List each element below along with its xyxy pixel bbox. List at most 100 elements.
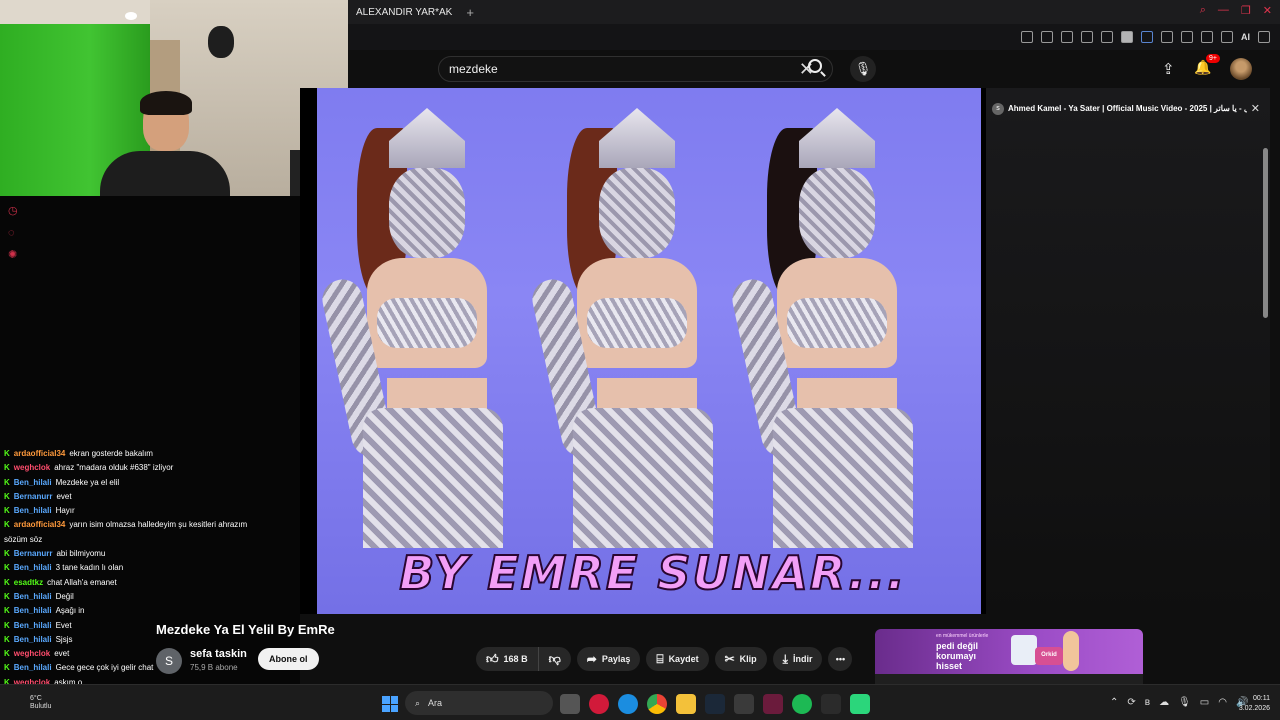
pin-icon[interactable] [1021,31,1033,43]
chat-message: Kweghclok ahraz "madara olduk #638" izliy… [4,461,300,475]
restore-icon[interactable]: ❐ [1241,4,1251,17]
ad-headline-line: pedi değil [936,641,979,651]
create-upload-icon[interactable]: ⇪ [1162,60,1175,78]
dancer-headdress [389,108,465,168]
puzzle-icon[interactable] [1161,31,1173,43]
search-input[interactable] [449,62,799,76]
chat-username[interactable]: weghclok [14,463,50,472]
shield-icon[interactable] [1061,31,1073,43]
kick-icon[interactable] [850,694,870,714]
side-video-title[interactable]: Ahmed Kamel - Ya Sater | Official Music … [1008,104,1247,113]
display-icon[interactable]: ▭ [1200,697,1209,708]
sync-icon[interactable]: ⟳ [1127,697,1135,708]
steam-icon[interactable] [705,694,725,714]
settings-icon[interactable] [1181,31,1193,43]
chat-username[interactable]: Bernanurr [14,492,53,501]
chevron-up-icon[interactable]: ⌃ [1110,697,1118,708]
account-avatar[interactable] [1230,58,1252,80]
microphone-icon[interactable]: 🎙 [1178,697,1191,708]
chat-text: ahraz "madara olduk #638" izliyor [54,463,174,473]
clip-button[interactable]: ✂ Klip [714,647,767,671]
side-video-channel-avatar[interactable]: s [992,102,1004,115]
video-frame[interactable]: BY EMRE SUNAR... [317,88,981,614]
chat-username[interactable]: Ben_hilali [14,506,52,515]
ceiling-lamp [125,12,137,20]
wifi-icon[interactable]: ◠ [1218,697,1227,708]
edge-icon[interactable] [618,694,638,714]
chat-username[interactable]: Ben_hilali [14,621,52,630]
dancer-skirt [573,408,713,548]
chat-text: Evet [55,620,72,630]
chat-text: Sjsjs [55,634,73,644]
chat-username[interactable]: Ben_hilali [14,663,52,672]
menu-icon[interactable] [1258,31,1270,43]
opera-gx-icon[interactable] [589,694,609,714]
clock[interactable]: 00:11 3.02.2026 [1239,694,1270,714]
chat-username[interactable]: Ben_hilali [14,606,52,615]
extension-a-icon[interactable] [1121,31,1133,43]
spotify-icon[interactable] [792,694,812,714]
close-icon[interactable]: ✕ [1251,102,1260,115]
heart-icon[interactable] [1101,31,1113,43]
chat-text: chat Allah'a emanet [47,577,117,587]
more-actions-button[interactable]: ••• [828,647,853,671]
kick-logo-icon: K [4,606,10,616]
bluetooth-icon[interactable]: ʙ [1145,697,1150,708]
dislike-button[interactable]: 👎︎ [537,647,571,671]
chat-username[interactable]: Ben_hilali [14,478,52,487]
like-count: 168 B [503,654,528,664]
side-video-panel[interactable]: s Ahmed Kamel - Ya Sater | Official Musi… [986,88,1270,614]
chat-username[interactable]: ardaofficial34 [14,520,66,529]
chat-username[interactable]: Bernanurr [14,549,53,558]
chat-username[interactable]: Ben_hilali [14,635,52,644]
minimize-icon[interactable]: — [1218,4,1229,17]
scrollbar[interactable] [1263,148,1268,318]
snapshot-icon[interactable] [1041,31,1053,43]
browser-tab[interactable]: ALEXANDIR YAR*AK [348,7,460,18]
taskbar-search[interactable]: ⌕ Ara [405,691,553,715]
new-tab-button[interactable]: + [466,5,474,20]
search-icon[interactable] [808,59,822,73]
file-explorer-icon[interactable] [676,694,696,714]
windows-start-icon[interactable] [382,696,398,712]
chat-username[interactable]: Ben_hilali [14,563,52,572]
chat-username[interactable]: weghclok [14,649,50,658]
settings-gear-icon[interactable]: ✺ [8,249,20,261]
cloud-icon[interactable]: ☁ [1159,697,1169,708]
download-icon[interactable] [1201,31,1213,43]
dancer-skirt [363,408,503,548]
chat-bubble-icon[interactable]: ◌ [8,227,20,239]
weather-widget[interactable]: 6°C Bulutlu [30,695,51,711]
terminal-icon[interactable] [821,694,841,714]
chrome-icon[interactable] [647,694,667,714]
notification-badge: 9+ [1206,54,1220,63]
download-button[interactable]: ⤓ İndir [772,647,823,671]
store-icon[interactable] [734,694,754,714]
subscribe-button[interactable]: Abone ol [258,648,319,670]
kick-logo-icon: K [4,634,10,644]
like-button[interactable]: 👍︎ 168 B [476,647,538,671]
share-button[interactable]: ➦ Paylaş [576,647,641,671]
webcam-overlay [0,0,348,196]
search-icon[interactable]: ⌕ [1200,4,1206,17]
app-icon[interactable] [763,694,783,714]
chat-username[interactable]: ardaofficial34 [14,449,66,458]
channel-name[interactable]: sefa taskin [190,648,247,660]
video-player[interactable]: BY EMRE SUNAR... [300,88,1000,614]
task-view-icon[interactable] [560,694,580,714]
kick-logo-icon: K [4,577,10,587]
ad-headline-line: hisset [936,661,963,671]
chat-username[interactable]: Ben_hilali [14,592,52,601]
ad-banner[interactable]: en mükemmel ürünlerle pedi değil korumay… [875,629,1143,674]
clock-icon[interactable]: ◷ [8,205,20,217]
microphone-icon[interactable]: 🎙 [850,56,876,82]
send-icon[interactable] [1221,31,1233,43]
play-icon[interactable] [1081,31,1093,43]
chat-username[interactable]: esadtkz [14,578,43,587]
side-video-header: s Ahmed Kamel - Ya Sater | Official Musi… [992,102,1260,115]
speaker-icon[interactable] [1141,31,1153,43]
ai-button[interactable]: AI [1241,32,1250,42]
channel-avatar[interactable]: S [156,648,182,674]
close-icon[interactable]: ✕ [1263,4,1272,17]
save-button[interactable]: ⌸ Kaydet [646,647,709,671]
